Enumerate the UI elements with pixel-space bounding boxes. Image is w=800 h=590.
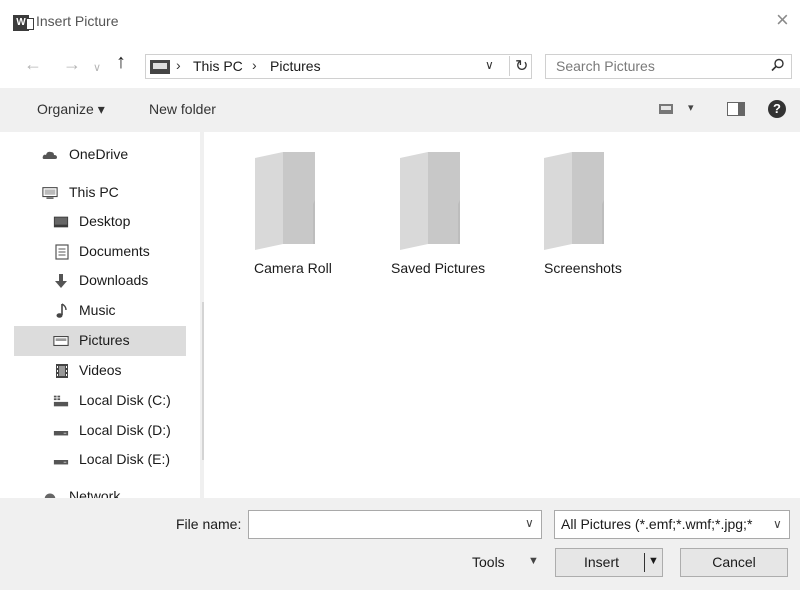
nav-item-music[interactable]: Music — [14, 296, 186, 326]
folder-label: Camera Roll — [254, 260, 332, 276]
folder-item[interactable]: Saved Pictures — [368, 148, 485, 278]
nav-item-desktop[interactable]: Desktop — [14, 207, 186, 237]
search-input[interactable]: Search Pictures — [556, 58, 655, 74]
cloud-icon — [42, 151, 57, 159]
file-type-value: All Pictures (*.emf;*.wmf;*.jpg;* — [561, 516, 753, 532]
nav-item-pictures[interactable]: Pictures — [14, 326, 186, 356]
address-bar[interactable]: › This PC › Pictures ∨ ↻ — [145, 54, 532, 79]
folder-label: Screenshots — [544, 260, 622, 276]
file-list: Camera Roll Saved Pictures Screenshots — [206, 132, 800, 498]
forward-button[interactable]: → — [63, 54, 81, 74]
nav-item-this-pc[interactable]: This PC — [14, 178, 186, 208]
recent-locations-button[interactable]: ∨ — [93, 58, 101, 78]
help-icon[interactable]: ? — [768, 100, 786, 118]
pictures-location-icon — [150, 60, 170, 74]
cancel-button[interactable]: Cancel — [680, 548, 788, 577]
insert-picture-dialog: W Insert Picture × ← → ∨ ↑ › This PC › P… — [0, 0, 800, 590]
music-icon — [56, 303, 67, 318]
nav-item-label: Local Disk (E:) — [79, 451, 171, 467]
navigation-pane: OneDrive This PC Desktop Documents Downl… — [14, 132, 204, 498]
new-folder-button[interactable]: New folder — [149, 101, 216, 117]
nav-item-local-disk-e[interactable]: Local Disk (E:) — [14, 445, 186, 475]
preview-pane-icon[interactable] — [727, 102, 745, 116]
folder-item[interactable]: Camera Roll — [223, 148, 333, 278]
change-view-icon[interactable] — [659, 104, 673, 114]
nav-item-onedrive[interactable]: OneDrive — [14, 140, 186, 170]
folder-item[interactable]: Screenshots — [512, 148, 622, 278]
pictures-icon — [53, 336, 69, 346]
chevron-down-icon[interactable]: ∨ — [773, 517, 782, 531]
breadcrumb-separator[interactable]: › — [252, 57, 257, 73]
network-icon — [44, 493, 56, 498]
file-name-dropdown-icon[interactable]: ∨ — [525, 516, 534, 530]
document-icon — [55, 244, 69, 260]
drive-icon — [53, 431, 69, 436]
nav-item-label: Music — [79, 302, 116, 318]
nav-item-label: This PC — [69, 184, 119, 200]
nav-scrollbar-thumb[interactable] — [202, 302, 204, 460]
address-bar-row: ← → ∨ ↑ › This PC › Pictures ∨ ↻ Search … — [0, 44, 800, 88]
command-bar: Organize ▾ New folder ▾ ? — [0, 88, 800, 132]
close-button[interactable]: × — [776, 9, 789, 31]
address-dropdown-button[interactable]: ∨ — [485, 58, 494, 72]
nav-item-label: Pictures — [79, 332, 130, 348]
cancel-label: Cancel — [712, 554, 756, 570]
nav-item-downloads[interactable]: Downloads — [14, 266, 186, 296]
folder-icon — [255, 152, 315, 250]
folder-label: Saved Pictures — [391, 260, 486, 276]
tools-dropdown-icon[interactable]: ▼ — [528, 555, 539, 567]
drive-c-icon — [53, 395, 69, 407]
download-icon — [55, 274, 67, 288]
nav-item-label: OneDrive — [69, 146, 129, 162]
nav-item-label: Documents — [79, 243, 150, 259]
breadcrumb-separator[interactable]: › — [176, 57, 181, 73]
file-name-input[interactable] — [248, 510, 542, 539]
drive-icon — [53, 460, 69, 465]
breadcrumb-pictures[interactable]: Pictures — [270, 58, 321, 74]
search-box[interactable]: Search Pictures — [545, 54, 792, 79]
search-icon[interactable] — [771, 58, 785, 72]
nav-item-label: Desktop — [79, 213, 131, 229]
title-bar: W Insert Picture × — [0, 0, 800, 44]
breadcrumb-this-pc[interactable]: This PC — [193, 58, 243, 74]
up-button[interactable]: ↑ — [116, 52, 126, 72]
back-button[interactable]: ← — [24, 54, 42, 74]
nav-item-label: Network — [69, 488, 121, 498]
nav-item-videos[interactable]: Videos — [14, 356, 186, 386]
nav-item-local-disk-d[interactable]: Local Disk (D:) — [14, 416, 186, 446]
nav-item-documents[interactable]: Documents — [14, 237, 186, 267]
nav-item-label: Local Disk (C:) — [79, 392, 171, 408]
computer-icon — [42, 187, 58, 199]
folder-icon — [544, 152, 604, 250]
file-name-label: File name: — [176, 516, 242, 532]
insert-label: Insert — [584, 554, 620, 570]
footer-panel: File name: ∨ All Pictures (*.emf;*.wmf;*… — [0, 498, 800, 590]
folder-icon — [400, 152, 460, 250]
file-type-select[interactable]: All Pictures (*.emf;*.wmf;*.jpg;* ∨ — [554, 510, 790, 539]
tools-menu[interactable]: Tools — [472, 554, 505, 570]
dialog-title: Insert Picture — [36, 13, 119, 29]
organize-menu[interactable]: Organize ▾ — [37, 101, 105, 118]
desktop-icon — [53, 216, 69, 228]
refresh-button[interactable]: ↻ — [509, 56, 528, 76]
split-divider — [644, 553, 645, 572]
insert-dropdown-icon[interactable]: ▼ — [648, 555, 659, 567]
video-icon — [56, 364, 68, 378]
word-icon: W — [13, 15, 34, 31]
nav-item-network[interactable]: Network — [14, 482, 186, 498]
nav-item-label: Local Disk (D:) — [79, 422, 171, 438]
nav-item-label: Downloads — [79, 272, 149, 288]
nav-item-local-disk-c[interactable]: Local Disk (C:) — [14, 386, 186, 416]
insert-button[interactable]: Insert ▼ — [555, 548, 663, 577]
view-options-dropdown[interactable]: ▾ — [688, 101, 694, 114]
nav-item-label: Videos — [79, 362, 122, 378]
